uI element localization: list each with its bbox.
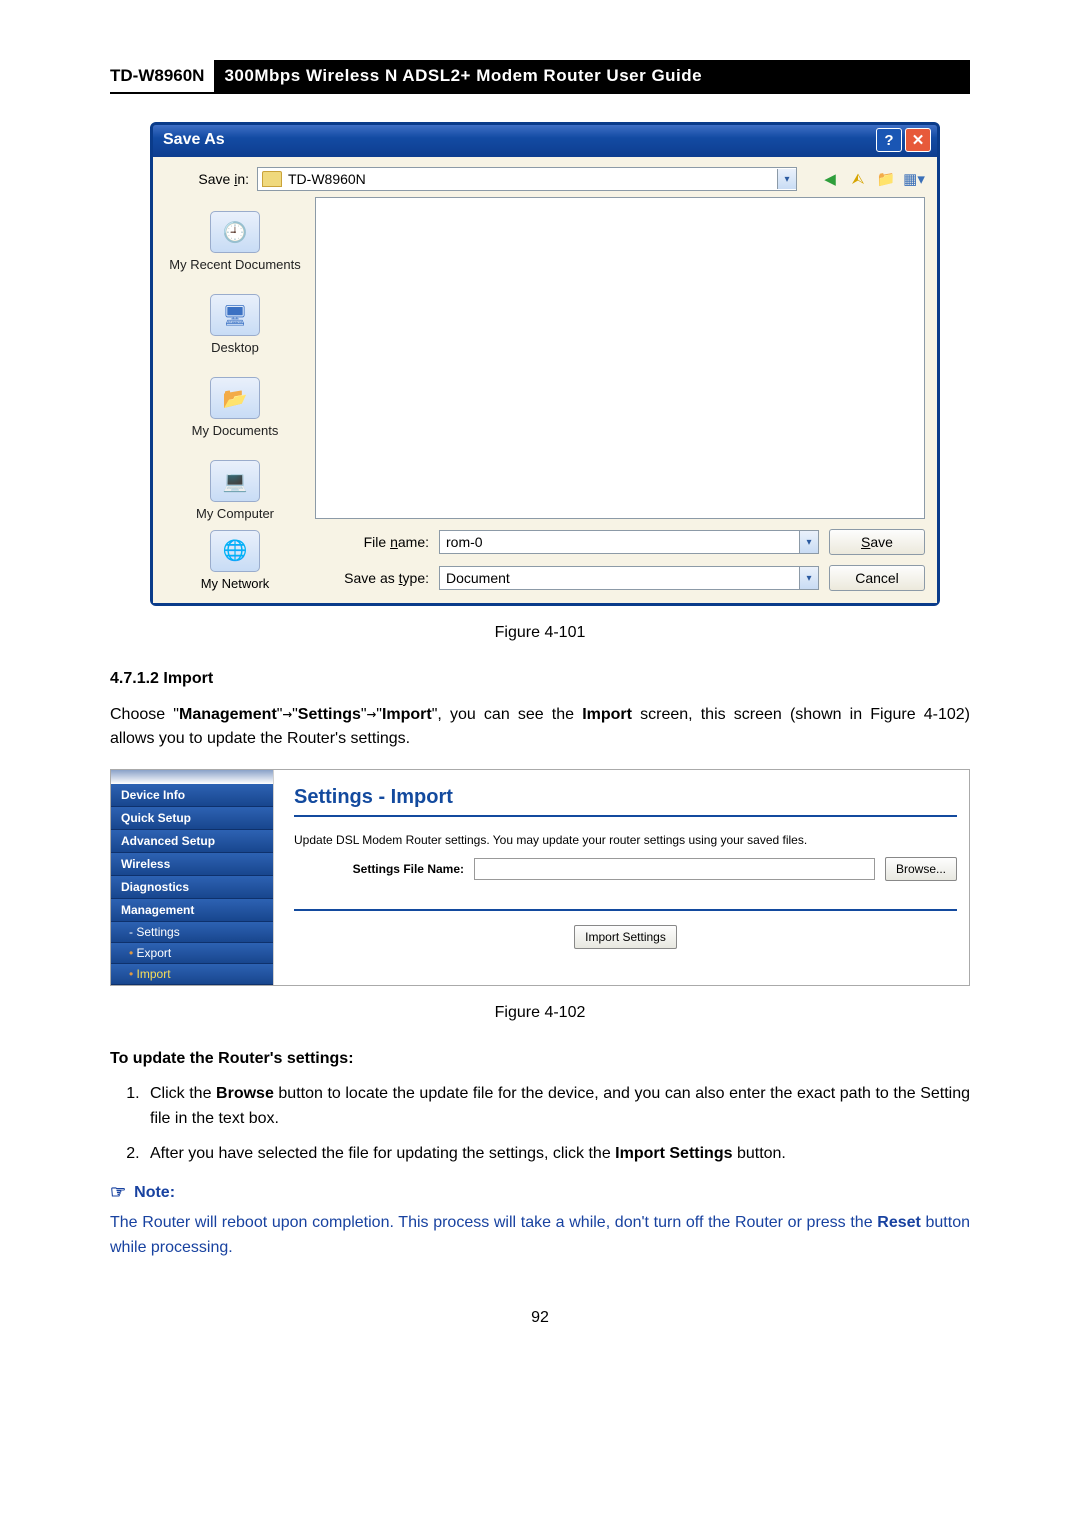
folder-icon [262,171,282,187]
settings-file-label: Settings File Name: [294,862,464,876]
figure-caption-2: Figure 4-102 [110,1004,970,1022]
chevron-down-icon[interactable]: ▾ [799,531,818,553]
documents-icon: 📂 [210,377,260,419]
pointing-hand-icon: ☞ [110,1182,126,1203]
place-mynetwork[interactable]: 🌐 My Network [161,530,309,591]
place-mydocs-label: My Documents [192,423,279,438]
dialog-title: Save As [163,131,225,149]
network-icon: 🌐 [210,530,260,572]
header-model: TD-W8960N [110,60,214,92]
sidebar-sub-import[interactable]: Import [111,964,273,985]
sidebar-item-wireless[interactable]: Wireless [111,853,273,876]
save-type-label: Save as type: [319,570,429,586]
note-body: The Router will reboot upon completion. … [110,1211,970,1261]
place-mycomp-label: My Computer [196,506,274,521]
close-icon[interactable]: ✕ [905,128,931,152]
chevron-down-icon[interactable]: ▾ [799,567,818,589]
save-type-combo[interactable]: Document ▾ [439,566,819,590]
computer-icon: 💻 [210,460,260,502]
file-name-label: File name: [319,534,429,550]
sidebar-sub-settings[interactable]: - Settings [111,922,273,943]
save-in-combo[interactable]: TD-W8960N ▾ [257,167,797,191]
header-title: 300Mbps Wireless N ADSL2+ Modem Router U… [214,60,970,92]
views-icon[interactable]: ▦▾ [903,168,925,190]
chevron-down-icon[interactable]: ▾ [777,169,796,189]
cancel-button[interactable]: Cancel [829,565,925,591]
place-mynet-label: My Network [161,576,309,591]
step-2: After you have selected the file for upd… [144,1142,970,1167]
settings-file-input[interactable] [474,858,875,880]
place-mydocs[interactable]: 📂 My Documents [192,377,279,438]
place-recent-label: My Recent Documents [169,257,301,272]
steps-list: Click the Browse button to locate the up… [110,1082,970,1166]
back-icon[interactable]: ◀ [819,168,841,190]
note-heading: ☞ Note: [110,1182,970,1203]
save-in-value: TD-W8960N [288,171,777,187]
help-icon[interactable]: ? [876,128,902,152]
import-settings-button[interactable]: Import Settings [574,925,677,949]
save-button[interactable]: Save [829,529,925,555]
save-type-value: Document [440,567,799,589]
step-1: Click the Browse button to locate the up… [144,1082,970,1132]
sidebar-item-management[interactable]: Management [111,899,273,922]
figure-caption-1: Figure 4-101 [110,624,970,642]
place-mycomputer[interactable]: 💻 My Computer [196,460,274,521]
router-heading: Settings - Import [294,786,957,809]
sidebar-sub-export[interactable]: Export [111,943,273,964]
sidebar-item-quick-setup[interactable]: Quick Setup [111,807,273,830]
place-desktop-label: Desktop [210,340,260,355]
router-import-screenshot: Device Info Quick Setup Advanced Setup W… [110,769,970,986]
browse-button[interactable]: Browse... [885,857,957,881]
place-recent[interactable]: 🕘 My Recent Documents [169,211,301,272]
up-icon[interactable]: ⮙ [847,168,869,190]
section-heading: 4.7.1.2 Import [110,670,970,688]
page-number: 92 [110,1309,970,1327]
file-list-area[interactable] [315,197,925,519]
sidebar-item-advanced-setup[interactable]: Advanced Setup [111,830,273,853]
intro-paragraph: Choose "Management"→"Settings"→"Import",… [110,702,970,751]
desktop-icon: 🖥 [210,294,260,336]
place-desktop[interactable]: 🖥 Desktop [210,294,260,355]
places-bar: 🕘 My Recent Documents 🖥 Desktop 📂 My Doc… [153,197,315,525]
save-in-label: Save in: [165,171,249,187]
router-main: Settings - Import Update DSL Modem Route… [274,770,969,985]
sidebar-item-device-info[interactable]: Device Info [111,784,273,807]
document-header: TD-W8960N 300Mbps Wireless N ADSL2+ Mode… [110,60,970,94]
router-description: Update DSL Modem Router settings. You ma… [294,833,957,847]
new-folder-icon[interactable]: 📁 [875,168,897,190]
sidebar-item-diagnostics[interactable]: Diagnostics [111,876,273,899]
recent-icon: 🕘 [210,211,260,253]
file-name-combo[interactable]: rom-0 ▾ [439,530,819,554]
update-heading: To update the Router's settings: [110,1050,970,1068]
router-sidebar: Device Info Quick Setup Advanced Setup W… [111,770,274,985]
save-as-dialog: Save As ? ✕ Save in: TD-W8960N ▾ ◀ ⮙ 📁 ▦… [150,122,940,606]
file-name-value: rom-0 [440,531,799,553]
